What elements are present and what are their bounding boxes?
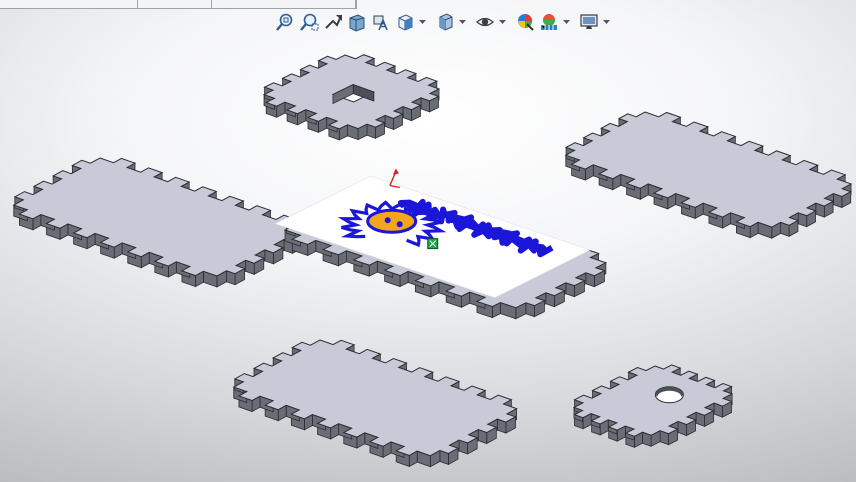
apply-scene-button[interactable] bbox=[538, 11, 560, 33]
chevron-down-icon bbox=[498, 19, 506, 24]
view-settings-icon bbox=[580, 14, 598, 29]
edit-appearance-icon bbox=[518, 14, 534, 31]
graphics-viewport[interactable] bbox=[0, 0, 856, 482]
chevron-down-icon bbox=[458, 19, 466, 24]
display-style-dropdown[interactable] bbox=[458, 11, 466, 33]
chevron-down-icon bbox=[418, 19, 426, 24]
apply-scene-dropdown[interactable] bbox=[562, 11, 570, 33]
hide-show-items-icon bbox=[476, 17, 494, 27]
apply-scene-icon bbox=[541, 14, 557, 30]
zoom-to-fit-icon bbox=[276, 13, 293, 31]
center-panel[interactable] bbox=[274, 168, 608, 320]
3d-scene[interactable] bbox=[0, 0, 856, 482]
decal-emblem-dot bbox=[396, 221, 403, 228]
dynamic-annotation-views-button[interactable] bbox=[370, 11, 392, 33]
bottom-right-small-panel[interactable] bbox=[572, 364, 734, 448]
view-settings-button[interactable] bbox=[578, 11, 600, 33]
heads-up-view-toolbar bbox=[274, 10, 616, 34]
previous-view-icon bbox=[325, 15, 342, 29]
hide-show-items-dropdown[interactable] bbox=[498, 11, 506, 33]
view-orientation-dropdown[interactable] bbox=[418, 11, 426, 33]
dynamic-annotation-views-icon bbox=[373, 15, 388, 31]
edit-appearance-button[interactable] bbox=[514, 11, 536, 33]
chevron-down-icon bbox=[602, 19, 610, 24]
decal-emblem-dot bbox=[384, 217, 391, 224]
zoom-to-fit-button[interactable] bbox=[274, 11, 296, 33]
panel-top-face bbox=[232, 339, 518, 457]
zoom-to-area-button[interactable] bbox=[298, 11, 320, 33]
parts-layer bbox=[12, 54, 853, 468]
bottom-long-panel[interactable] bbox=[232, 339, 518, 468]
section-view-icon bbox=[349, 14, 365, 32]
display-style-button[interactable] bbox=[434, 11, 456, 33]
chevron-down-icon bbox=[562, 19, 570, 24]
section-view-button[interactable] bbox=[346, 11, 368, 33]
hide-show-items-button[interactable] bbox=[474, 11, 496, 33]
axis-arrowhead-icon bbox=[392, 168, 399, 175]
previous-view-button[interactable] bbox=[322, 11, 344, 33]
zoom-to-area-icon bbox=[300, 13, 319, 31]
right-long-panel[interactable] bbox=[564, 111, 853, 239]
left-long-panel[interactable] bbox=[12, 157, 305, 288]
view-settings-dropdown[interactable] bbox=[602, 11, 610, 33]
view-orientation-icon bbox=[398, 14, 413, 31]
decal-emblem bbox=[366, 208, 418, 234]
top-small-panel[interactable] bbox=[262, 54, 441, 141]
view-orientation-button[interactable] bbox=[394, 11, 416, 33]
display-style-icon bbox=[439, 13, 453, 31]
